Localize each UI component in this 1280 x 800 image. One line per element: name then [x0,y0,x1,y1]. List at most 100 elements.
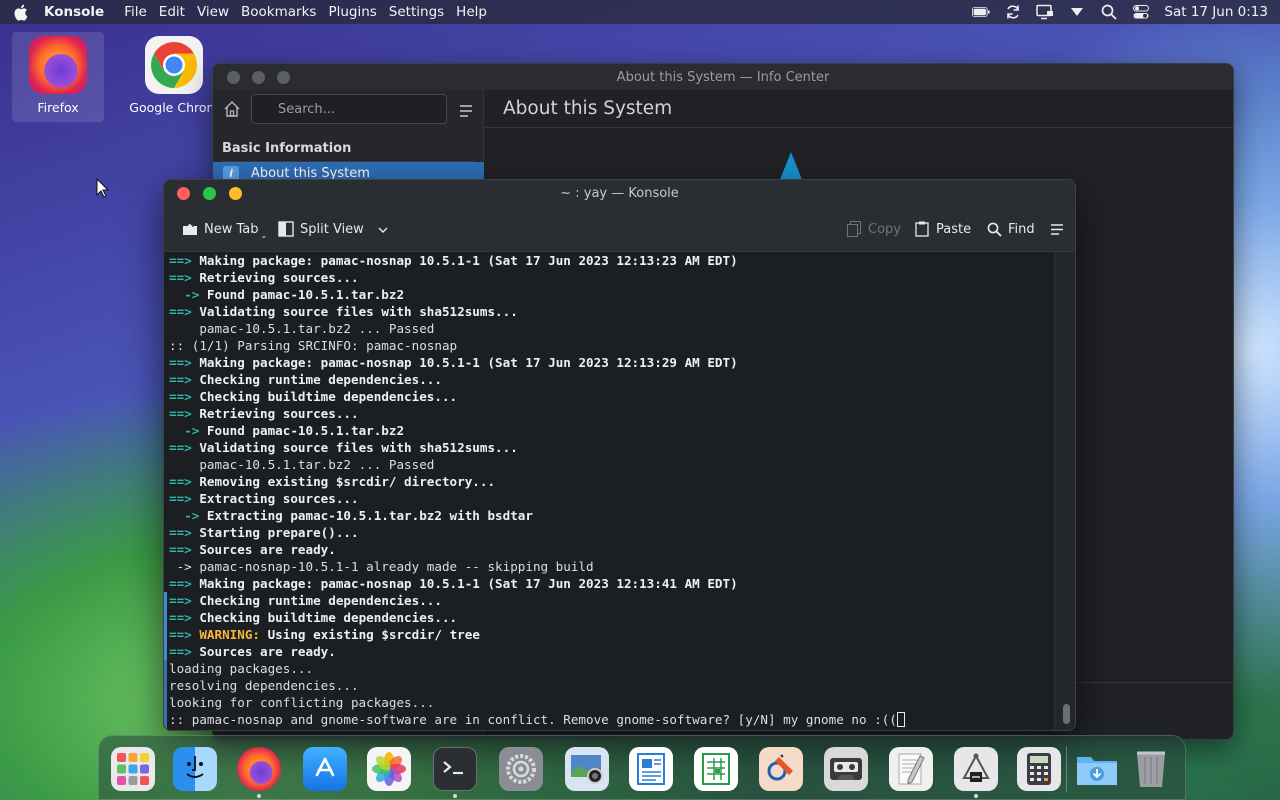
finder-icon[interactable] [173,747,217,791]
launcher-icon[interactable] [111,747,155,791]
line-text: Making package: pamac-nosnap 10.5.1-1 (S… [199,253,738,268]
terminal-scrollbar[interactable] [1054,252,1075,730]
kompare-icon[interactable] [954,747,998,791]
cassette-icon[interactable] [824,747,868,791]
photos-icon[interactable] [367,747,411,791]
line-prefix: ==> [169,406,200,421]
clock[interactable]: Sat 17 Jun 0:13 [1164,4,1268,20]
line-prefix: -> [169,287,207,302]
terminal-line: ==> Removing existing $srcdir/ directory… [169,473,905,490]
line-text: :: (1/1) Parsing SRCINFO: pamac-nosnap [169,338,458,353]
line-prefix: ==> [169,270,200,285]
dock-separator [1066,746,1067,792]
line-text: Retrieving sources... [199,406,359,421]
menu-bookmarks[interactable]: Bookmarks [241,4,316,20]
terminal-line: ==> Sources are ready. [169,643,905,660]
menu-edit[interactable]: Edit [159,4,185,20]
writer-icon[interactable] [629,747,673,791]
output-marker [164,592,167,660]
line-text: Found pamac-10.5.1.tar.bz2 [206,287,405,302]
split-view-button[interactable]: Split View [278,219,388,239]
info-center-titlebar[interactable]: About this System — Info Center [213,64,1233,90]
terminal-line: pamac-10.5.1.tar.bz2 ... Passed [169,456,905,473]
window-title: ~ : yay — Konsole [560,185,679,201]
line-text: Found pamac-10.5.1.tar.bz2 [206,423,405,438]
terminal-line: -> Extracting pamac-10.5.1.tar.bz2 with … [169,507,905,524]
terminal-line: ==> Validating source files with sha512s… [169,303,905,320]
konsole-window[interactable]: ~ : yay — Konsole New Tab ⌄ Split View C… [163,179,1076,731]
calculator-icon[interactable] [1017,747,1061,791]
line-text: Checking runtime dependencies... [199,593,442,608]
line-prefix: ==> [169,610,200,625]
desktop-icon-chrome[interactable]: Google Chrom [126,36,222,115]
scrollbar-thumb[interactable] [1063,704,1070,724]
new-tab-button[interactable]: New Tab ⌄ [182,219,271,240]
line-prefix: ==> [169,525,200,540]
menu-view[interactable]: View [197,4,229,20]
line-text: Making package: pamac-nosnap 10.5.1-1 (S… [199,576,738,591]
menu-settings[interactable]: Settings [389,4,444,20]
line-prefix: ==> [169,389,200,404]
maximize-button[interactable] [229,186,242,200]
find-label: Find [1008,221,1035,237]
konsole-titlebar[interactable]: ~ : yay — Konsole [164,180,1075,206]
new-tab-icon [182,221,198,237]
terminal-line: ==> WARNING: Using existing $srcdir/ tre… [169,626,905,643]
terminal-line: resolving dependencies... [169,677,905,694]
app-store-icon[interactable] [303,747,347,791]
menu-help[interactable]: Help [456,4,487,20]
calc-icon[interactable] [694,747,738,791]
hamburger-menu-icon[interactable] [459,102,473,117]
terminal-line: ==> Validating source files with sha512s… [169,439,905,456]
find-button[interactable]: Find [986,219,1035,239]
minimize-button[interactable] [203,186,216,200]
maximize-button[interactable] [277,70,290,84]
home-icon[interactable] [223,100,243,120]
trash-icon[interactable] [1129,747,1173,791]
line-prefix: ==> [169,593,200,608]
line-prefix [169,457,199,472]
line-text: Validating source files with sha512sums.… [199,440,518,455]
sync-icon[interactable] [1004,3,1022,21]
text-editor-icon[interactable] [889,747,933,791]
terminal-line: ==> Checking buildtime dependencies... [169,609,905,626]
firefox-icon [29,36,87,94]
active-app-name[interactable]: Konsole [44,4,104,20]
settings-icon[interactable] [499,747,543,791]
line-prefix [169,321,199,336]
close-button[interactable] [227,70,240,84]
desktop-icon-firefox[interactable]: Firefox [12,32,104,122]
control-center-icon[interactable] [1132,3,1150,21]
screenshot-icon[interactable] [565,747,609,791]
desktop-icon-label: Google Chrom [129,100,219,115]
line-prefix: ==> [169,372,200,387]
menu-file[interactable]: File [124,4,147,20]
paste-button[interactable]: Paste [914,219,971,239]
split-view-label: Split View [300,221,364,237]
running-indicator [453,794,457,798]
terminal-line: -> pamac-nosnap-10.5.1-1 already made --… [169,558,905,575]
terminal-output[interactable]: ==> Making package: pamac-nosnap 10.5.1-… [164,252,1054,730]
terminal-icon[interactable] [433,747,477,791]
downloads-folder-icon[interactable] [1075,747,1119,791]
firefox-icon[interactable] [237,747,281,791]
chevron-down-icon[interactable] [1068,3,1086,21]
search-input[interactable]: Search... [251,94,447,124]
copy-button[interactable]: Copy [846,219,901,239]
terminal-line: pamac-10.5.1.tar.bz2 ... Passed [169,320,905,337]
minimize-button[interactable] [252,70,265,84]
draw-icon[interactable] [759,747,803,791]
battery-icon[interactable] [972,3,990,21]
terminal-line: :: pamac-nosnap and gnome-software are i… [169,711,905,728]
terminal-line: ==> Making package: pamac-nosnap 10.5.1-… [169,252,905,269]
line-prefix: ==> [169,253,200,268]
output-marker [164,660,167,730]
page-title: About this System [503,98,673,119]
hamburger-menu-button[interactable] [1049,219,1065,239]
display-icon[interactable] [1036,3,1054,21]
menu-plugins[interactable]: Plugins [328,4,376,20]
close-button[interactable] [177,186,190,200]
top-menubar: Konsole File Edit View Bookmarks Plugins… [0,0,1280,24]
search-icon[interactable] [1100,3,1118,21]
apple-logo-icon[interactable] [10,4,30,21]
